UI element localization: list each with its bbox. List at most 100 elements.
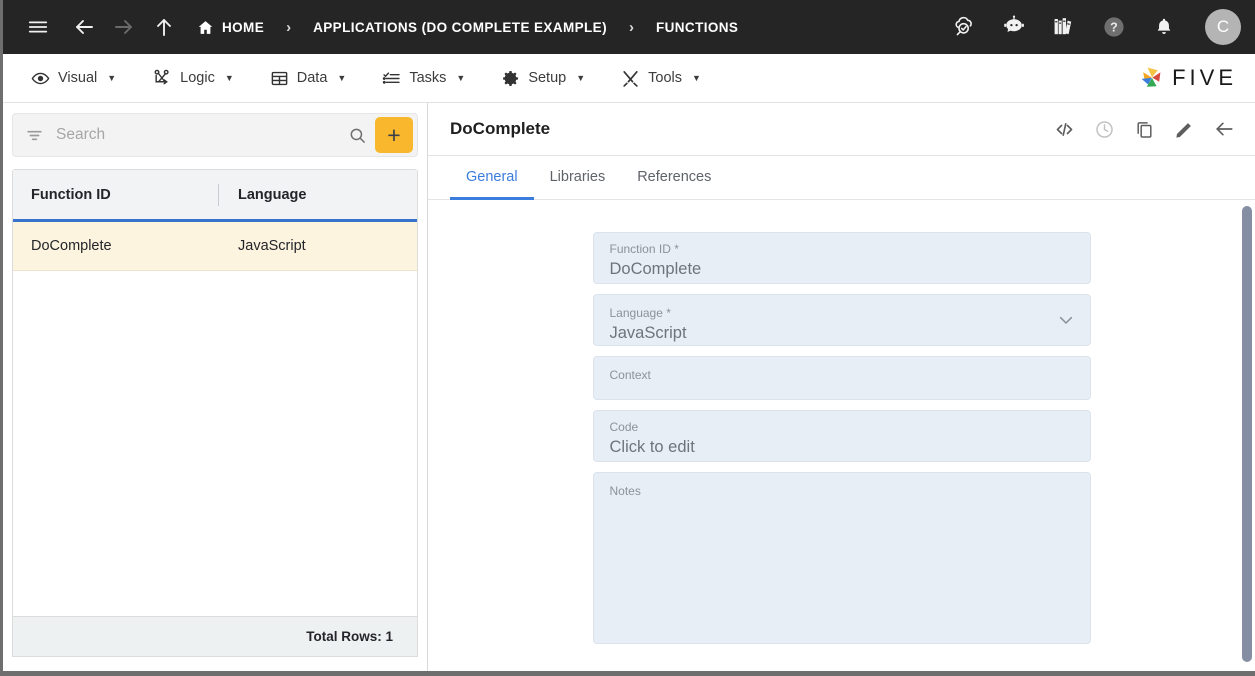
top-navigation-bar: HOME › APPLICATIONS (DO COMPLETE EXAMPLE… [3, 0, 1255, 57]
menu-item-logic[interactable]: Logic ▼ [138, 62, 248, 94]
chevron-down-icon[interactable] [1056, 310, 1076, 330]
cloud-check-icon[interactable] [947, 10, 981, 44]
menu-item-tasks[interactable]: Tasks ▼ [368, 63, 479, 94]
application-window: HOME › APPLICATIONS (DO COMPLETE EXAMPLE… [0, 0, 1255, 676]
nav-up-icon[interactable] [147, 10, 181, 44]
total-rows-label: Total Rows: 1 [306, 629, 393, 644]
eye-icon [31, 69, 50, 88]
bell-icon[interactable] [1147, 10, 1181, 44]
menu-label-setup: Setup [528, 70, 567, 86]
cell-language: JavaScript [238, 238, 306, 254]
tab-general[interactable]: General [450, 157, 534, 200]
column-header-language[interactable]: Language [218, 183, 306, 206]
functions-grid: Function ID Language DoComplete JavaScri… [12, 169, 418, 616]
field-label-code: Code [609, 420, 639, 434]
menu-item-tools[interactable]: Tools ▼ [607, 63, 715, 94]
column-header-function-id[interactable]: Function ID [13, 187, 218, 203]
breadcrumb-item-functions[interactable]: FUNCTIONS [656, 20, 738, 35]
duplicate-icon[interactable] [1131, 116, 1157, 142]
field-label-language: Language * [609, 306, 671, 320]
menu-label-tasks: Tasks [409, 70, 447, 86]
tab-libraries[interactable]: Libraries [534, 157, 622, 200]
hamburger-menu-icon[interactable] [21, 10, 55, 44]
breadcrumb-separator: › [286, 18, 292, 36]
field-context[interactable]: Context [592, 356, 1091, 400]
main-body: + Function ID Language DoComplete JavaSc… [3, 103, 1255, 671]
menu-item-visual[interactable]: Visual ▼ [17, 63, 130, 94]
breadcrumb-item-home[interactable]: HOME [197, 19, 264, 36]
chevron-down-icon: ▼ [224, 73, 234, 83]
field-value-notes [610, 499, 1074, 523]
breadcrumb-label-home: HOME [222, 19, 265, 35]
detail-form-scroll-area: Function ID * DoComplete Language * Java… [428, 200, 1255, 671]
code-icon[interactable] [1051, 116, 1077, 142]
chevron-down-icon: ▼ [337, 73, 347, 83]
detail-scrollbar[interactable] [1241, 206, 1253, 671]
field-value-context [610, 383, 1074, 407]
function-detail-panel: DoComplete General Libraries References … [428, 103, 1255, 671]
tools-icon [621, 69, 640, 88]
books-icon[interactable] [1047, 10, 1081, 44]
field-code[interactable]: Code Click to edit [592, 410, 1091, 462]
left-panel-bottom-padding [3, 657, 427, 671]
search-input[interactable] [56, 126, 348, 144]
field-label-context: Context [609, 368, 651, 382]
table-row[interactable]: DoComplete JavaScript [13, 222, 417, 271]
magnifier-icon[interactable] [348, 126, 367, 145]
nav-back-icon[interactable] [67, 10, 101, 44]
gear-icon [501, 69, 520, 88]
breadcrumb-separator-2: › [628, 18, 634, 36]
page-title: DoComplete [450, 119, 551, 138]
task-list-icon [382, 69, 401, 88]
breadcrumb-label-applications: APPLICATIONS (DO COMPLETE EXAMPLE) [313, 19, 607, 35]
help-icon[interactable]: ? [1097, 10, 1131, 44]
menu-label-logic: Logic [180, 70, 215, 86]
menu-item-setup[interactable]: Setup ▼ [487, 63, 599, 94]
plus-icon: + [387, 121, 401, 148]
menu-label-data: Data [296, 70, 328, 86]
back-arrow-icon[interactable] [1211, 116, 1237, 142]
menu-label-visual: Visual [58, 70, 98, 86]
home-icon [197, 19, 214, 36]
breadcrumb-label-functions: FUNCTIONS [655, 19, 739, 35]
nav-forward-icon[interactable] [107, 10, 141, 44]
chevron-down-icon: ▼ [107, 73, 117, 83]
functions-list-panel: + Function ID Language DoComplete JavaSc… [3, 103, 428, 671]
field-value-language: JavaScript [609, 324, 687, 342]
chevron-down-icon: ▼ [692, 73, 701, 83]
field-notes[interactable]: Notes [592, 472, 1091, 644]
detail-tabs: General Libraries References [428, 156, 1255, 200]
edit-pencil-icon[interactable] [1171, 116, 1197, 142]
chevron-down-icon: ▼ [456, 73, 466, 83]
breadcrumb: HOME › APPLICATIONS (DO COMPLETE EXAMPLE… [197, 19, 738, 36]
field-label-function-id: Function ID * [609, 242, 679, 256]
tab-references[interactable]: References [621, 157, 727, 200]
field-value-function-id: DoComplete [609, 260, 702, 278]
detail-panel-header: DoComplete [428, 103, 1255, 156]
logic-nodes-icon [152, 68, 172, 88]
five-pinwheel-icon [1137, 63, 1167, 93]
field-label-notes: Notes [609, 484, 641, 498]
add-function-button[interactable]: + [375, 117, 413, 153]
five-logo: FIVE [1137, 63, 1237, 93]
search-bar[interactable]: + [12, 113, 418, 157]
filter-icon[interactable] [25, 126, 44, 145]
grid-header-row: Function ID Language [13, 170, 417, 222]
chat-bot-icon[interactable] [997, 10, 1031, 44]
field-language[interactable]: Language * JavaScript [592, 294, 1091, 346]
field-value-code: Click to edit [609, 438, 695, 456]
chevron-down-icon: ▼ [576, 73, 586, 83]
detail-panel-actions [1051, 116, 1237, 142]
menu-item-data[interactable]: Data ▼ [256, 63, 361, 94]
logo-text: FIVE [1172, 65, 1237, 90]
history-clock-icon[interactable] [1091, 116, 1117, 142]
avatar[interactable]: C [1205, 9, 1241, 45]
breadcrumb-item-applications[interactable]: APPLICATIONS (DO COMPLETE EXAMPLE) [313, 20, 607, 35]
grid-footer: Total Rows: 1 [12, 616, 418, 657]
field-function-id[interactable]: Function ID * DoComplete [592, 232, 1091, 284]
menu-label-tools: Tools [648, 70, 682, 86]
scrollbar-thumb[interactable] [1242, 206, 1252, 662]
avatar-initial: C [1216, 17, 1230, 36]
topbar-actions: ? C [947, 9, 1241, 45]
module-menu-bar: Visual ▼ Logic ▼ Data ▼ Tasks ▼ Setup ▼ … [3, 54, 1255, 103]
